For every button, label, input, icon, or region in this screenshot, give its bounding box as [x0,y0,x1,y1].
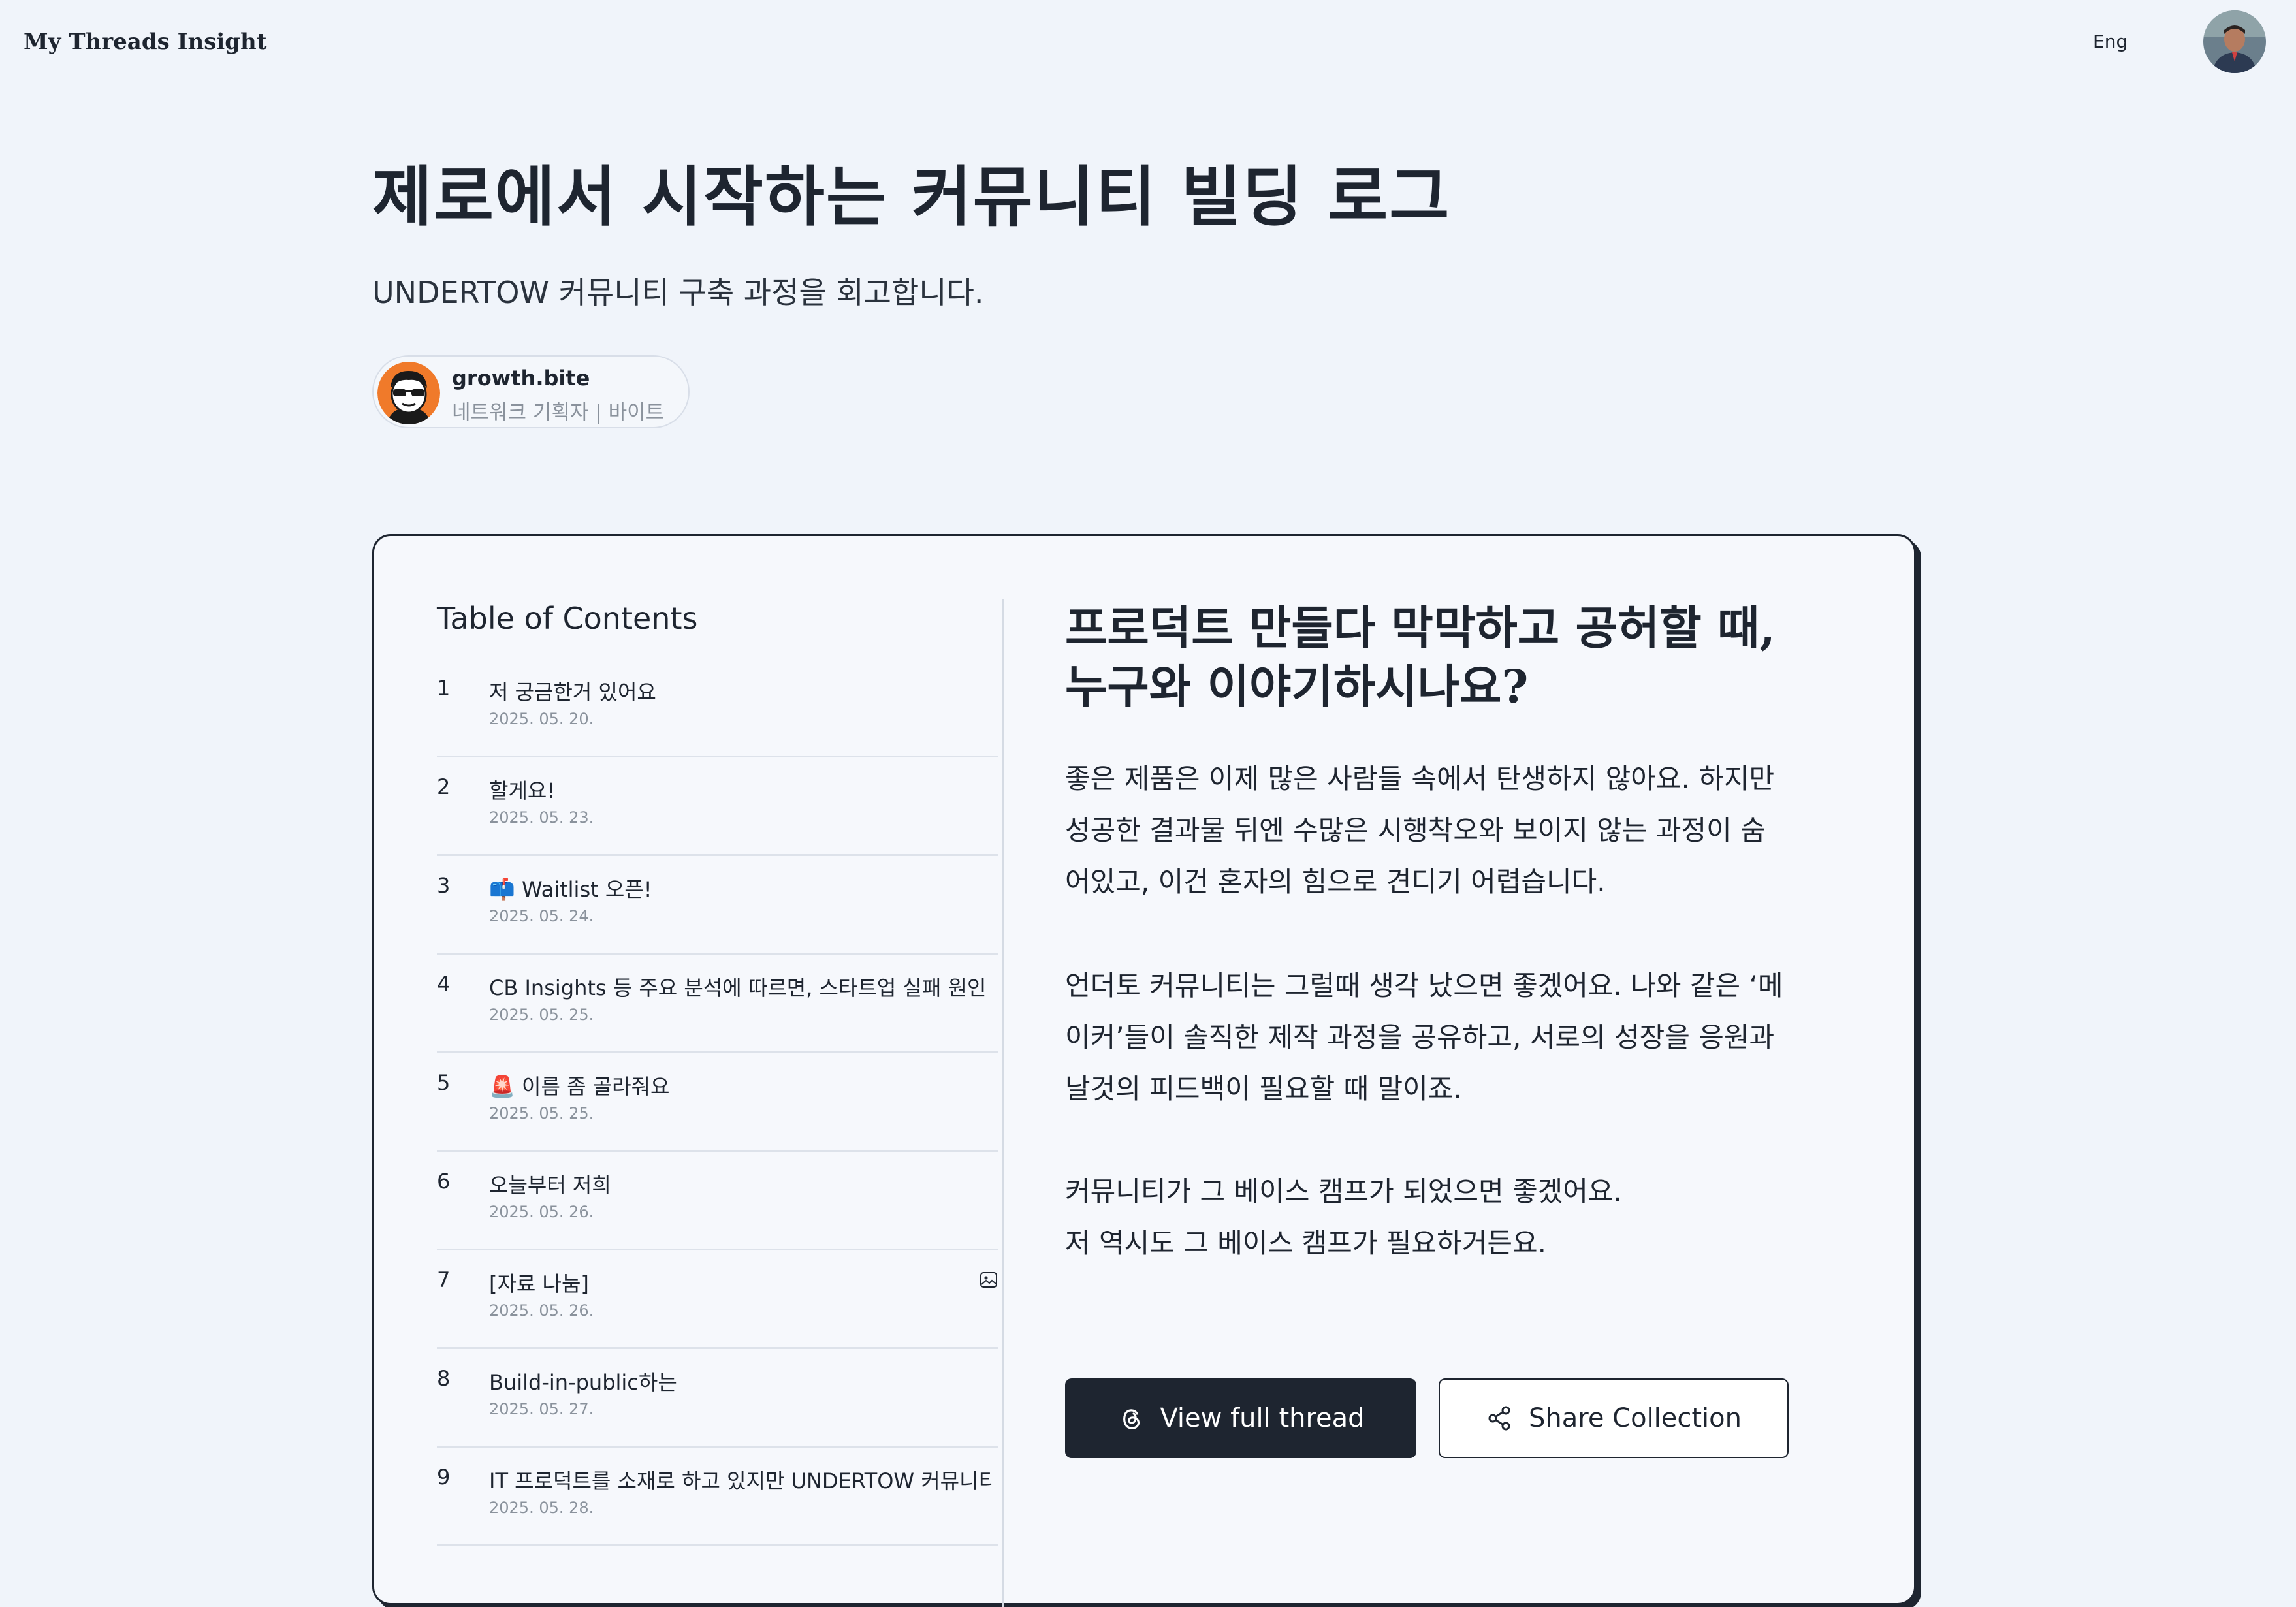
toc-item-label: 저 궁금한거 있어요 [489,680,656,705]
toc-item[interactable]: 4 CB Insights 등 주요 분석에 따르면, 스타트업 실패 원인 중… [437,955,998,1053]
toc-item-date: 2025. 05. 20. [489,710,594,728]
author-character-icon [377,362,440,424]
toc-item-number: 5 [437,1070,451,1095]
toc-item-number: 4 [437,972,451,996]
author-role: 네트워크 기획자 | 바이트 [452,401,665,424]
toc-title: Table of Contents [437,601,698,636]
thread-paragraph: 커뮤니티가 그 베이스 캠프가 되었으면 좋겠어요. 저 역시도 그 베이스 캠… [1065,1175,1622,1259]
toc-item[interactable]: 2 할게요! 2025. 05. 23. [437,757,998,856]
thread-detail: 프로덕트 만들다 막막하고 공허할 때, 누구와 이야기하시나요? 좋은 제품은… [1065,599,1790,1458]
toc-item[interactable]: 3 📫 Waitlist 오픈! 2025. 05. 24. [437,856,998,955]
toc-item-number: 7 [437,1267,451,1292]
toc-item[interactable]: 5 🚨 이름 좀 골라줘요 2025. 05. 25. [437,1053,998,1152]
language-switch[interactable]: Eng [2093,31,2128,52]
toc-item[interactable]: 8 Build-in-public하는 2025. 05. 27. [437,1349,998,1448]
top-bar: My Threads Insight Eng [0,0,2296,88]
thread-title: 프로덕트 만들다 막막하고 공허할 때, 누구와 이야기하시나요? [1065,601,1776,714]
toc-item-date: 2025. 05. 26. [489,1301,594,1320]
column-divider [1002,599,1004,1607]
toc-item-number: 8 [437,1366,451,1391]
toc-item-label: 🚨 이름 좀 골라줘요 [489,1074,670,1099]
toc-item[interactable]: 9 IT 프로덕트를 소재로 하고 있지만 UNDERTOW 커뮤니티는 202… [437,1448,998,1546]
toc-item-date: 2025. 05. 25. [489,1006,594,1024]
share-collection-label: Share Collection [1529,1403,1742,1433]
toc-item-number: 2 [437,774,451,799]
toc-item-date: 2025. 05. 23. [489,808,594,827]
toc-item-label: 오늘부터 저희 [489,1173,611,1198]
toc-item-date: 2025. 05. 26. [489,1203,594,1221]
author-name: growth.bite [452,366,590,390]
thread-paragraph: 좋은 제품은 이제 많은 사람들 속에서 탄생하지 않아요. 하지만 성공한 결… [1065,763,1775,898]
toc-item-date: 2025. 05. 24. [489,907,594,925]
toc-item-number: 3 [437,873,451,898]
toc-list: 1 저 궁금한거 있어요 2025. 05. 20. 2 할게요! 2025. … [437,659,998,1546]
user-avatar[interactable] [2203,10,2266,73]
author-avatar [377,362,440,424]
toc-item-label: [자료 나눔] [489,1271,589,1296]
author-chip[interactable]: growth.bite 네트워크 기획자 | 바이트 [372,355,690,428]
toc-item[interactable]: 1 저 궁금한거 있어요 2025. 05. 20. [437,659,998,757]
toc-item-number: 6 [437,1169,451,1194]
share-icon [1488,1406,1510,1431]
toc-item-date: 2025. 05. 25. [489,1104,594,1122]
table-of-contents: Table of Contents 1 저 궁금한거 있어요 2025. 05.… [437,599,998,1546]
thread-paragraph: 언더토 커뮤니티는 그럴때 생각 났으면 좋겠어요. 나와 같은 ‘메 이커’들… [1065,970,1783,1105]
user-photo-icon [2203,10,2266,73]
toc-item-label: CB Insights 등 주요 분석에 따르면, 스타트업 실패 원인 중 가 [489,976,992,1000]
view-full-thread-label: View full thread [1160,1403,1365,1433]
image-icon [980,1272,997,1288]
toc-item-label: 📫 Waitlist 오픈! [489,877,652,902]
page-subtitle: UNDERTOW 커뮤니티 구축 과정을 회고합니다. [372,275,984,310]
toc-item[interactable]: 7 [자료 나눔] 2025. 05. 26. [437,1250,998,1349]
toc-item-label: IT 프로덕트를 소재로 하고 있지만 UNDERTOW 커뮤니티는 [489,1469,992,1493]
toc-item-label: 할게요! [489,778,556,803]
toc-item-date: 2025. 05. 28. [489,1499,594,1517]
collection-card: Table of Contents 1 저 궁금한거 있어요 2025. 05.… [372,534,1916,1607]
toc-item[interactable]: 6 오늘부터 저희 2025. 05. 26. [437,1152,998,1250]
toc-item-number: 1 [437,676,451,701]
threads-icon [1123,1409,1140,1429]
view-full-thread-button[interactable]: View full thread [1065,1378,1416,1458]
toc-item-date: 2025. 05. 27. [489,1400,594,1418]
toc-item-label: Build-in-public하는 [489,1370,677,1395]
toc-item-number: 9 [437,1465,451,1489]
page-title: 제로에서 시작하는 커뮤니티 빌딩 로그 [372,158,1451,235]
share-collection-button[interactable]: Share Collection [1439,1378,1789,1458]
brand-logo[interactable]: My Threads Insight [24,29,266,55]
